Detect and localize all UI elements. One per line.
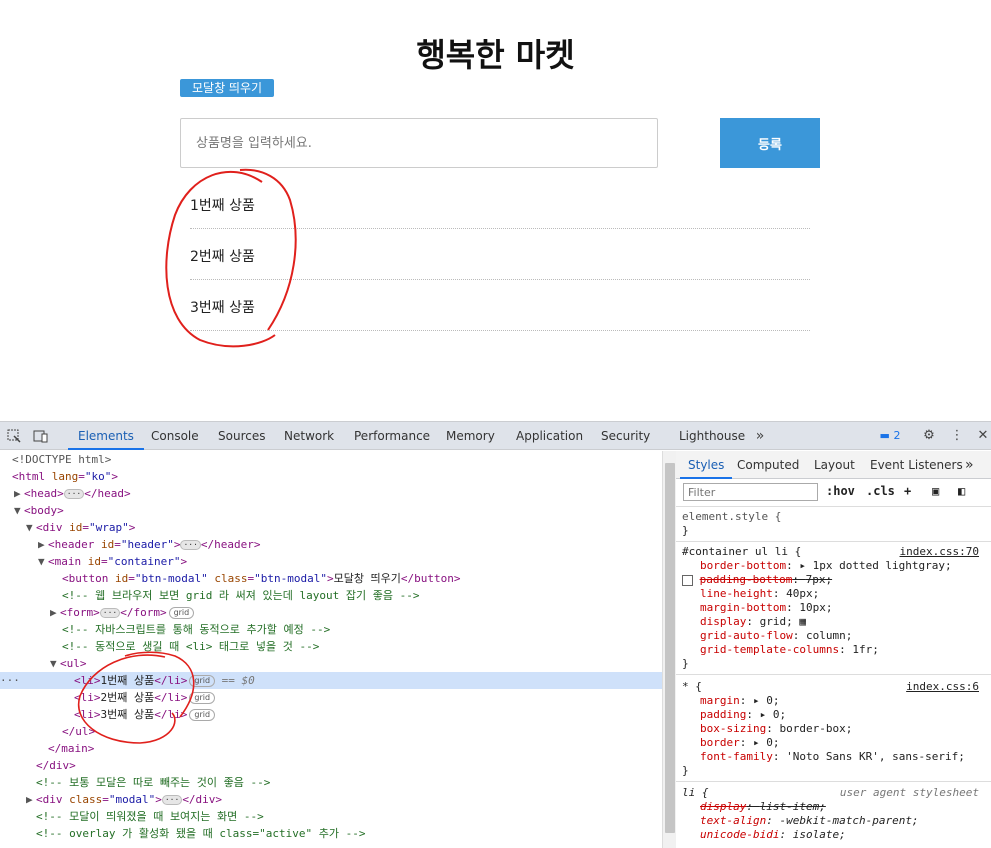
elements-scrollbar[interactable] — [662, 451, 676, 848]
styles-pane: Styles Computed Layout Event Listeners »… — [676, 451, 991, 848]
tab-security[interactable]: Security — [601, 422, 650, 450]
rule-source-link[interactable]: index.css:6 — [906, 680, 979, 694]
tab-memory[interactable]: Memory — [446, 422, 495, 450]
kebab-menu-icon[interactable]: ⋮ — [949, 428, 965, 444]
add-rule-icon[interactable]: + — [904, 484, 911, 498]
style-prop-disabled[interactable]: padding-bottom: 7px; — [682, 573, 987, 587]
element-style-selector: element.style { — [682, 510, 782, 523]
style-prop[interactable]: margin: ▸ 0; — [682, 694, 987, 708]
tab-network[interactable]: Network — [284, 422, 334, 450]
close-brace: } — [682, 764, 689, 777]
tab-elements[interactable]: Elements — [68, 422, 144, 450]
page-title: 행복한 마켓 — [416, 36, 575, 74]
rule-selector: li {user agent stylesheet — [682, 786, 979, 799]
page-viewport: 행복한 마켓 모달창 띄우기 등록 1번째 상품 2번째 상품 3번째 상품 — [0, 0, 991, 421]
issues-count: 2 — [893, 429, 901, 442]
issues-icon: ▬ — [879, 429, 890, 442]
style-prop[interactable]: padding: ▸ 0; — [682, 708, 987, 722]
class-toggle[interactable]: .cls — [866, 484, 895, 498]
device-toolbar-icon[interactable] — [33, 428, 49, 444]
product-list: 1번째 상품 2번째 상품 3번째 상품 — [190, 184, 810, 337]
rule-source: user agent stylesheet — [839, 786, 979, 799]
styles-tabbar: Styles Computed Layout Event Listeners » — [676, 451, 991, 479]
tab-computed[interactable]: Computed — [737, 451, 799, 479]
tab-event-listeners[interactable]: Event Listeners — [870, 451, 963, 479]
settings-gear-icon[interactable]: ⚙ — [921, 428, 937, 444]
close-icon[interactable]: ✕ — [975, 428, 991, 444]
rule-selector: * {index.css:6 — [682, 680, 979, 694]
style-prop[interactable]: border-bottom: ▸ 1px dotted lightgray; — [682, 559, 987, 573]
property-checkbox[interactable] — [682, 574, 693, 586]
tab-layout[interactable]: Layout — [814, 451, 855, 479]
style-prop[interactable]: grid-auto-flow: column; — [682, 629, 987, 643]
styles-filterbar: :hov .cls + ▣ ◧ — [676, 479, 991, 507]
register-button[interactable]: 등록 — [720, 118, 820, 168]
close-brace: } — [682, 524, 689, 537]
more-tabs-chevron-icon[interactable]: » — [965, 451, 974, 479]
elements-tree: <!DOCTYPE html> <html lang="ko"> ▶ <head>… — [0, 451, 662, 848]
devtools-panel: Elements Console Sources Network Perform… — [0, 421, 991, 848]
styles-filter-input[interactable] — [683, 483, 818, 501]
scrollbar-thumb[interactable] — [665, 463, 675, 833]
tab-sources[interactable]: Sources — [218, 422, 265, 450]
tab-console[interactable]: Console — [151, 422, 199, 450]
close-brace: } — [682, 657, 689, 670]
open-modal-button[interactable]: 모달창 띄우기 — [180, 79, 275, 97]
style-prop[interactable]: border: ▸ 0; — [682, 736, 987, 750]
style-prop[interactable]: margin-bottom: 10px; — [682, 601, 987, 615]
red-circle-annotation — [77, 651, 195, 744]
paint-icon[interactable]: ▣ — [932, 484, 939, 498]
issues-counter[interactable]: ▬ 2 — [876, 428, 904, 444]
grid-editor-icon[interactable]: ▦ — [799, 615, 806, 628]
sidebar-toggle-icon[interactable]: ◧ — [958, 484, 965, 498]
tab-styles[interactable]: Styles — [680, 451, 733, 479]
rule-source-link[interactable]: index.css:70 — [900, 545, 979, 559]
more-tabs-chevron-icon[interactable]: » — [752, 428, 768, 444]
style-prop[interactable]: grid-template-columns: 1fr; — [682, 643, 987, 657]
list-item: 3번째 상품 — [190, 286, 810, 331]
style-prop[interactable]: text-align: -webkit-match-parent; — [682, 814, 987, 828]
product-name-input[interactable] — [180, 118, 658, 168]
style-prop[interactable]: display: grid; ▦ — [682, 615, 987, 629]
devtools-tabbar: Elements Console Sources Network Perform… — [0, 422, 991, 450]
style-prop[interactable]: unicode-bidi: isolate; — [682, 828, 987, 842]
list-item: 1번째 상품 — [190, 184, 810, 229]
style-prop[interactable]: box-sizing: border-box; — [682, 722, 987, 736]
hover-state-toggle[interactable]: :hov — [826, 484, 855, 498]
rule-selector: #container ul li {index.css:70 — [682, 545, 979, 559]
style-prop[interactable]: font-family: 'Noto Sans KR', sans-serif; — [682, 750, 987, 764]
tab-application[interactable]: Application — [516, 422, 583, 450]
style-prop[interactable]: line-height: 40px; — [682, 587, 987, 601]
list-item: 2번째 상품 — [190, 235, 810, 280]
tab-performance[interactable]: Performance — [354, 422, 430, 450]
inspect-element-icon[interactable] — [6, 428, 22, 444]
tab-lighthouse[interactable]: Lighthouse — [679, 422, 745, 450]
style-prop[interactable]: display: list-item; — [682, 800, 987, 814]
